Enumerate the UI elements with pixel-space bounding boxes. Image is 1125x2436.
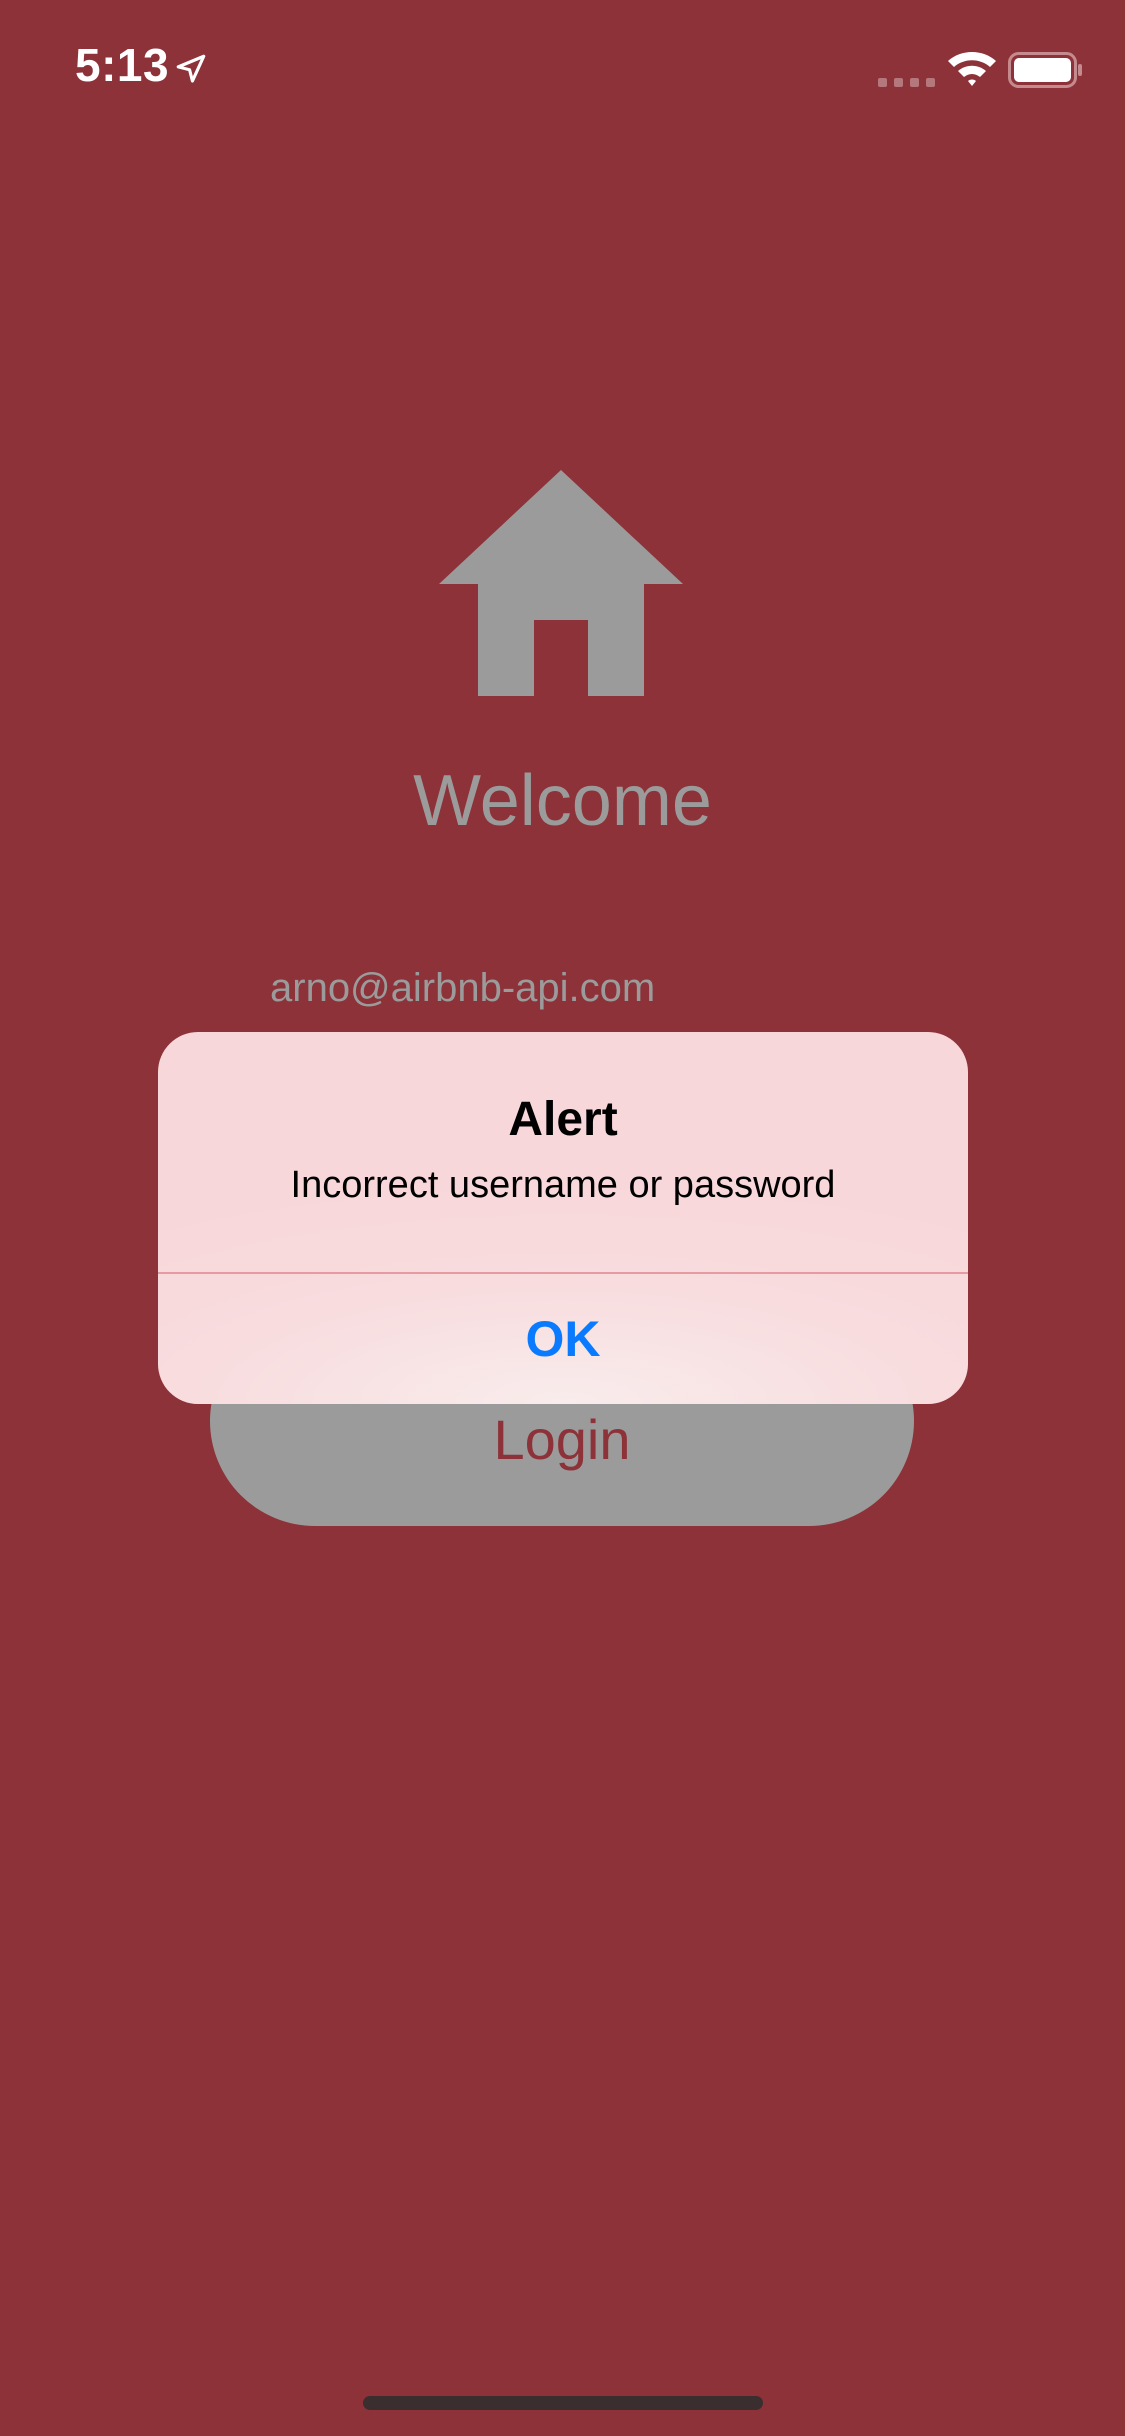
alert-dialog: Alert Incorrect username or password OK	[158, 1032, 968, 1404]
battery-icon	[1008, 52, 1082, 88]
home-indicator[interactable]	[363, 2396, 763, 2410]
location-arrow-icon	[176, 54, 206, 83]
email-field[interactable]: arno@airbnb-api.com	[270, 958, 870, 1018]
status-time: 5:13	[75, 39, 170, 91]
alert-message: Incorrect username or password	[290, 1164, 836, 1206]
home-icon	[439, 470, 683, 696]
status-bar: 5:13	[0, 0, 1125, 132]
wifi-icon	[948, 52, 996, 86]
login-screen: 5:13 Welcome arno@airbnb-api.com Login A…	[0, 0, 1125, 2436]
alert-ok-button[interactable]: OK	[158, 1274, 968, 1404]
alert-title: Alert	[508, 1093, 618, 1146]
welcome-title: Welcome	[413, 761, 712, 841]
cellular-signal-icon	[878, 78, 935, 87]
